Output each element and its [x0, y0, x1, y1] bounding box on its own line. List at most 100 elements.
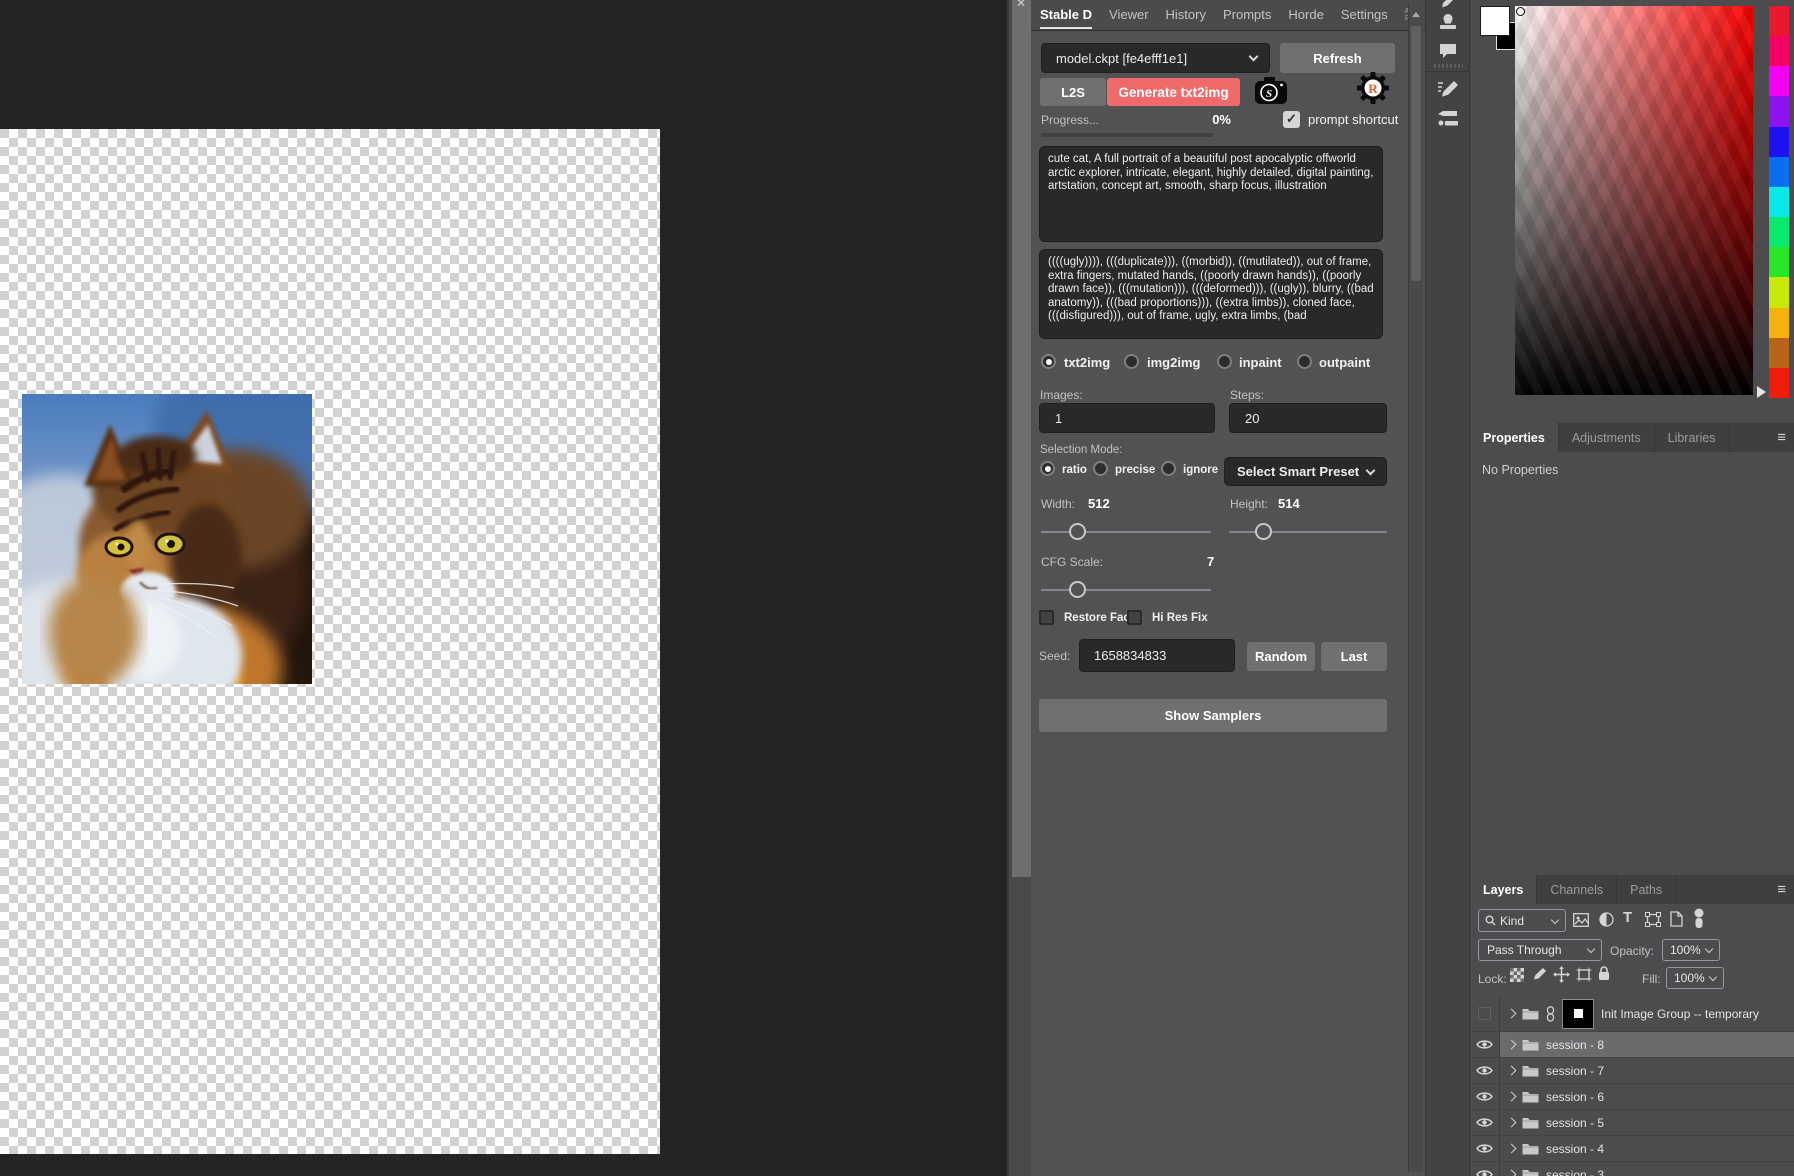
- layer-row[interactable]: Init Image Group -- temporary: [1470, 996, 1794, 1032]
- tab-properties[interactable]: Properties: [1470, 423, 1559, 452]
- brush-settings-icon[interactable]: [1437, 80, 1459, 100]
- clone-stamp-icon[interactable]: [1439, 14, 1457, 30]
- eye-icon[interactable]: [1476, 1169, 1493, 1176]
- prompt-input[interactable]: cute cat, A full portrait of a beautiful…: [1039, 146, 1383, 242]
- layer-name[interactable]: session - 6: [1546, 1090, 1604, 1104]
- expand-chevron-icon[interactable]: [1507, 1066, 1517, 1076]
- eye-icon[interactable]: [1476, 1065, 1493, 1076]
- lock-position-move-icon[interactable]: [1553, 966, 1570, 983]
- lock-transparency-icon[interactable]: [1510, 968, 1524, 982]
- panel-grip[interactable]: [1434, 64, 1463, 68]
- radio-precise-label[interactable]: precise: [1115, 464, 1155, 476]
- eye-cell[interactable]: [1470, 996, 1500, 1031]
- layer-mask-thumbnail[interactable]: [1562, 999, 1594, 1029]
- expand-chevron-icon[interactable]: [1507, 1118, 1517, 1128]
- hue-segment[interactable]: [1769, 157, 1789, 187]
- radio-inpaint[interactable]: [1217, 354, 1232, 369]
- radio-txt2img[interactable]: [1041, 354, 1056, 369]
- radio-outpaint-label[interactable]: outpaint: [1319, 355, 1370, 370]
- tab-prompts[interactable]: Prompts: [1223, 1, 1271, 29]
- close-icon[interactable]: ✕: [1016, 0, 1026, 10]
- expand-chevron-icon[interactable]: [1507, 1009, 1517, 1019]
- refresh-button[interactable]: Refresh: [1280, 43, 1395, 73]
- brush-partial-icon[interactable]: [1439, 0, 1457, 8]
- canvas-area[interactable]: [0, 0, 1007, 1176]
- hue-segment[interactable]: [1769, 66, 1789, 96]
- eye-cell[interactable]: [1470, 1084, 1500, 1109]
- fill-select[interactable]: 100%: [1666, 967, 1724, 989]
- layer-row-body[interactable]: session - 8: [1500, 1032, 1794, 1057]
- tab-channels[interactable]: Channels: [1537, 875, 1617, 904]
- canvas-panel-divider-scrollbar[interactable]: ✕: [1007, 0, 1031, 1176]
- width-slider-track[interactable]: [1041, 531, 1211, 533]
- expand-chevron-icon[interactable]: [1507, 1040, 1517, 1050]
- radio-outpaint[interactable]: [1297, 354, 1312, 369]
- eye-icon[interactable]: [1476, 1039, 1493, 1050]
- filter-smart-objects-icon[interactable]: [1670, 911, 1683, 927]
- tab-viewer[interactable]: Viewer: [1109, 1, 1149, 29]
- show-samplers-button[interactable]: Show Samplers: [1039, 699, 1387, 732]
- filter-pixel-layers-icon[interactable]: [1573, 913, 1589, 927]
- eye-cell[interactable]: [1470, 1162, 1500, 1176]
- opacity-select[interactable]: 100%: [1662, 939, 1720, 961]
- layer-filter-kind-select[interactable]: Kind: [1478, 909, 1566, 932]
- layer-row[interactable]: session - 5: [1470, 1110, 1794, 1136]
- eye-icon[interactable]: [1476, 1143, 1493, 1154]
- radio-ratio[interactable]: [1040, 461, 1055, 476]
- layer-row-body[interactable]: session - 7: [1500, 1058, 1794, 1083]
- radio-txt2img-label[interactable]: txt2img: [1064, 355, 1110, 370]
- blend-mode-select[interactable]: Pass Through: [1478, 939, 1602, 961]
- panel-menu-icon[interactable]: ≡: [1777, 881, 1794, 898]
- radio-img2img-label[interactable]: img2img: [1147, 355, 1200, 370]
- height-slider-track[interactable]: [1229, 531, 1387, 533]
- prompt-shortcut-checkbox[interactable]: ✓: [1283, 111, 1300, 128]
- layer-row-body[interactable]: Init Image Group -- temporary: [1500, 996, 1794, 1031]
- hue-segment[interactable]: [1769, 127, 1789, 157]
- random-seed-button[interactable]: Random: [1247, 642, 1315, 671]
- lock-all-icon[interactable]: [1598, 966, 1610, 981]
- tab-layers[interactable]: Layers: [1470, 875, 1537, 904]
- tab-settings[interactable]: Settings: [1341, 1, 1388, 29]
- tab-horde[interactable]: Horde: [1288, 1, 1323, 29]
- expand-chevron-icon[interactable]: [1507, 1170, 1517, 1176]
- radio-inpaint-label[interactable]: inpaint: [1239, 355, 1282, 370]
- hue-segment[interactable]: [1769, 6, 1789, 36]
- seed-input[interactable]: [1079, 639, 1235, 672]
- hue-segment[interactable]: [1769, 187, 1789, 217]
- layer-row[interactable]: session - 7: [1470, 1058, 1794, 1084]
- eye-cell[interactable]: [1470, 1058, 1500, 1083]
- color-cursor-icon[interactable]: [1516, 7, 1525, 16]
- restore-faces-checkbox[interactable]: [1039, 610, 1054, 625]
- layer-row-body[interactable]: session - 4: [1500, 1136, 1794, 1161]
- scroll-up-icon[interactable]: [1412, 12, 1420, 17]
- layer-name[interactable]: session - 8: [1546, 1038, 1604, 1052]
- cfg-slider-knob[interactable]: [1069, 581, 1086, 598]
- hue-segment[interactable]: [1769, 368, 1789, 398]
- images-input[interactable]: [1039, 403, 1215, 433]
- color-gradient-field[interactable]: [1515, 6, 1753, 395]
- height-slider-knob[interactable]: [1255, 523, 1272, 540]
- generated-cat-image[interactable]: [22, 394, 312, 684]
- comment-icon[interactable]: [1439, 43, 1457, 59]
- eye-icon[interactable]: [1476, 1117, 1493, 1128]
- layer-row[interactable]: session - 8: [1470, 1032, 1794, 1058]
- layer-row[interactable]: session - 3: [1470, 1162, 1794, 1176]
- steps-input[interactable]: [1229, 403, 1387, 433]
- layer-row[interactable]: session - 4: [1470, 1136, 1794, 1162]
- scrollbar-thumb[interactable]: ✕: [1012, 0, 1031, 877]
- hue-segment[interactable]: [1769, 308, 1789, 338]
- radio-ignore-label[interactable]: ignore: [1183, 464, 1218, 476]
- model-select[interactable]: model.ckpt [fe4efff1e1]: [1041, 43, 1270, 73]
- filter-type-layers-icon[interactable]: T: [1623, 909, 1632, 926]
- negative-prompt-input[interactable]: ((((ugly)))), (((duplicate))), ((morbid)…: [1039, 249, 1383, 339]
- layer-name[interactable]: session - 5: [1546, 1116, 1604, 1130]
- layer-name[interactable]: Init Image Group -- temporary: [1601, 1007, 1759, 1021]
- tab-adjustments[interactable]: Adjustments: [1559, 423, 1655, 452]
- width-slider-knob[interactable]: [1069, 523, 1086, 540]
- layer-row-body[interactable]: session - 3: [1500, 1162, 1794, 1176]
- lock-pixels-brush-icon[interactable]: [1532, 967, 1547, 982]
- hue-segment[interactable]: [1769, 217, 1789, 247]
- eye-cell[interactable]: [1470, 1110, 1500, 1135]
- tool-presets-icon[interactable]: [1437, 110, 1459, 128]
- layer-name[interactable]: session - 3: [1546, 1168, 1604, 1176]
